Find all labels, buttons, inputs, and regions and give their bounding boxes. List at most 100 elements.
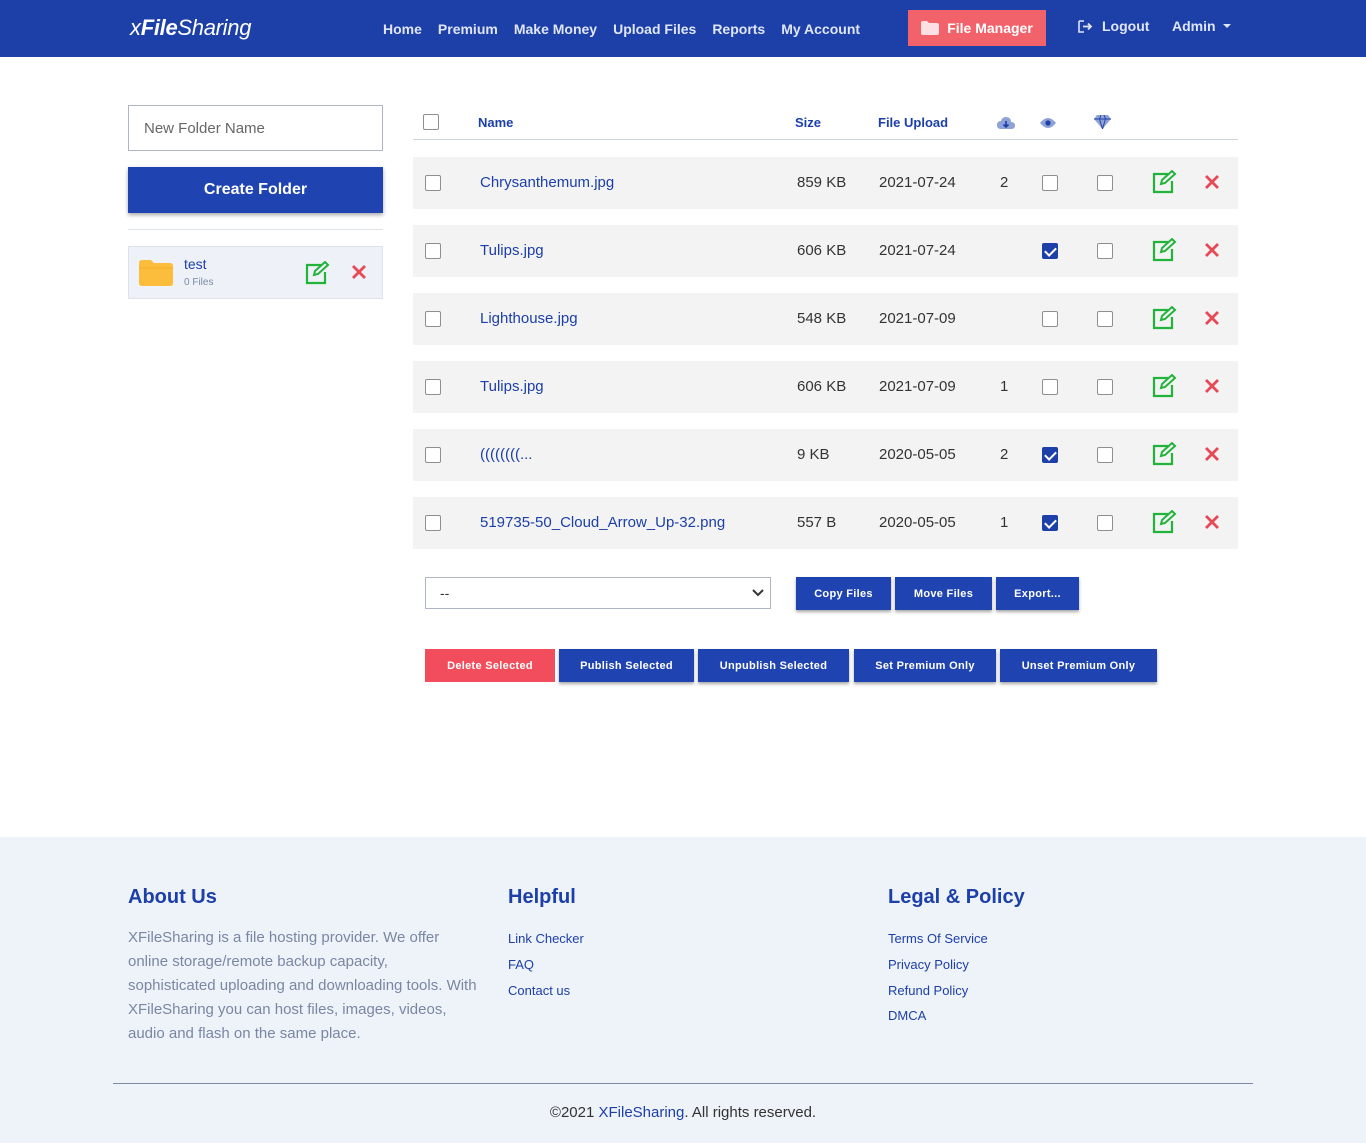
row-select-checkbox[interactable]: [425, 515, 441, 531]
nav-link-upload-files[interactable]: Upload Files: [613, 21, 696, 37]
public-checkbox[interactable]: [1042, 515, 1058, 531]
footer-link-privacy[interactable]: Privacy Policy: [888, 957, 969, 972]
footer-link-refund[interactable]: Refund Policy: [888, 983, 968, 998]
copy-files-button[interactable]: Copy Files: [796, 577, 891, 610]
nav-links: Home Premium Make Money Upload Files Rep…: [383, 0, 876, 57]
file-upload-date: 2021-07-24: [879, 242, 956, 259]
file-name-link[interactable]: Tulips.jpg: [480, 378, 544, 395]
sidebar-divider: [128, 229, 383, 230]
row-select-checkbox[interactable]: [425, 243, 441, 259]
nav-link-home[interactable]: Home: [383, 21, 422, 37]
footer-about-title: About Us: [128, 886, 217, 908]
edit-icon[interactable]: [1151, 374, 1177, 398]
column-header-size[interactable]: Size: [795, 115, 821, 130]
edit-icon[interactable]: [1151, 510, 1177, 534]
footer-link-link-checker[interactable]: Link Checker: [508, 931, 584, 946]
table-row: ((((((((... 9 KB 2020-05-05 2: [413, 429, 1238, 481]
publish-selected-button[interactable]: Publish Selected: [559, 649, 694, 682]
new-folder-name-input[interactable]: [128, 105, 383, 151]
file-name-link[interactable]: Tulips.jpg: [480, 242, 544, 259]
file-size: 548 KB: [797, 310, 847, 327]
edit-icon[interactable]: [1151, 170, 1177, 194]
set-premium-only-button[interactable]: Set Premium Only: [854, 649, 996, 682]
row-select-checkbox[interactable]: [425, 447, 441, 463]
delete-icon[interactable]: [1204, 174, 1220, 190]
file-manager-button[interactable]: File Manager: [908, 10, 1046, 46]
delete-icon[interactable]: [1204, 242, 1220, 258]
nav-link-reports[interactable]: Reports: [712, 21, 765, 37]
file-name-link[interactable]: ((((((((...: [480, 446, 532, 463]
nav-link-make-money[interactable]: Make Money: [514, 21, 597, 37]
footer-link-dmca[interactable]: DMCA: [888, 1008, 926, 1023]
public-checkbox[interactable]: [1042, 447, 1058, 463]
export-button[interactable]: Export...: [996, 577, 1079, 610]
select-all-checkbox[interactable]: [423, 114, 439, 130]
file-upload-date: 2020-05-05: [879, 514, 956, 531]
premium-checkbox[interactable]: [1097, 243, 1113, 259]
file-upload-date: 2021-07-09: [879, 310, 956, 327]
file-name-link[interactable]: Lighthouse.jpg: [480, 310, 578, 327]
nav-link-my-account[interactable]: My Account: [781, 21, 860, 37]
edit-icon[interactable]: [1151, 306, 1177, 330]
public-checkbox[interactable]: [1042, 243, 1058, 259]
file-table-header: Name Size File Upload: [413, 104, 1238, 140]
download-count: 2: [1000, 446, 1009, 463]
folder-icon: [921, 21, 940, 35]
edit-icon[interactable]: [304, 261, 330, 285]
logout-label: Logout: [1102, 18, 1150, 34]
delete-icon[interactable]: [351, 264, 367, 280]
table-row: Chrysanthemum.jpg 859 KB 2021-07-24 2: [413, 157, 1238, 209]
edit-icon[interactable]: [1151, 442, 1177, 466]
delete-icon[interactable]: [1204, 514, 1220, 530]
delete-selected-button[interactable]: Delete Selected: [425, 649, 555, 682]
public-checkbox[interactable]: [1042, 311, 1058, 327]
file-upload-date: 2021-07-09: [879, 378, 956, 395]
create-folder-button[interactable]: Create Folder: [128, 167, 383, 213]
footer-helpful-title: Helpful: [508, 886, 576, 908]
move-files-button[interactable]: Move Files: [895, 577, 992, 610]
premium-checkbox[interactable]: [1097, 515, 1113, 531]
public-checkbox[interactable]: [1042, 379, 1058, 395]
premium-checkbox[interactable]: [1097, 175, 1113, 191]
edit-icon[interactable]: [1151, 238, 1177, 262]
footer-link-faq[interactable]: FAQ: [508, 957, 534, 972]
admin-label: Admin: [1172, 18, 1216, 34]
footer-link-terms[interactable]: Terms Of Service: [888, 931, 988, 946]
table-row: Lighthouse.jpg 548 KB 2021-07-09: [413, 293, 1238, 345]
admin-dropdown[interactable]: Admin: [1172, 18, 1231, 34]
column-header-file-upload[interactable]: File Upload: [878, 115, 948, 130]
caret-down-icon: [1222, 24, 1231, 28]
row-select-checkbox[interactable]: [425, 311, 441, 327]
row-select-checkbox[interactable]: [425, 379, 441, 395]
download-count: 1: [1000, 514, 1009, 531]
file-name-link[interactable]: Chrysanthemum.jpg: [480, 174, 614, 191]
table-row: Tulips.jpg 606 KB 2021-07-24: [413, 225, 1238, 277]
public-checkbox[interactable]: [1042, 175, 1058, 191]
footer-link-contact-us[interactable]: Contact us: [508, 983, 570, 998]
file-size: 9 KB: [797, 446, 830, 463]
site-logo[interactable]: xFileSharing: [130, 15, 251, 41]
copyright: ©2021 XFileSharing. All rights reserved.: [549, 1104, 817, 1121]
premium-checkbox[interactable]: [1097, 447, 1113, 463]
file-upload-date: 2020-05-05: [879, 446, 956, 463]
delete-icon[interactable]: [1204, 446, 1220, 462]
footer-divider: [113, 1083, 1253, 1084]
destination-folder-value: --: [440, 585, 450, 601]
folder-icon: [139, 260, 173, 286]
nav-link-premium[interactable]: Premium: [438, 21, 498, 37]
unset-premium-only-button[interactable]: Unset Premium Only: [1000, 649, 1157, 682]
delete-icon[interactable]: [1204, 378, 1220, 394]
folder-item[interactable]: test 0 Files: [128, 246, 383, 299]
destination-folder-select[interactable]: --: [425, 577, 771, 609]
delete-icon[interactable]: [1204, 310, 1220, 326]
unpublish-selected-button[interactable]: Unpublish Selected: [698, 649, 849, 682]
premium-checkbox[interactable]: [1097, 379, 1113, 395]
file-size: 859 KB: [797, 174, 847, 191]
file-name-link[interactable]: 519735-50_Cloud_Arrow_Up-32.png: [480, 514, 725, 531]
table-row: 519735-50_Cloud_Arrow_Up-32.png 557 B 20…: [413, 497, 1238, 549]
logout-link[interactable]: Logout: [1078, 18, 1149, 34]
copyright-brand-link[interactable]: XFileSharing: [598, 1104, 684, 1121]
row-select-checkbox[interactable]: [425, 175, 441, 191]
column-header-name[interactable]: Name: [478, 115, 513, 130]
premium-checkbox[interactable]: [1097, 311, 1113, 327]
